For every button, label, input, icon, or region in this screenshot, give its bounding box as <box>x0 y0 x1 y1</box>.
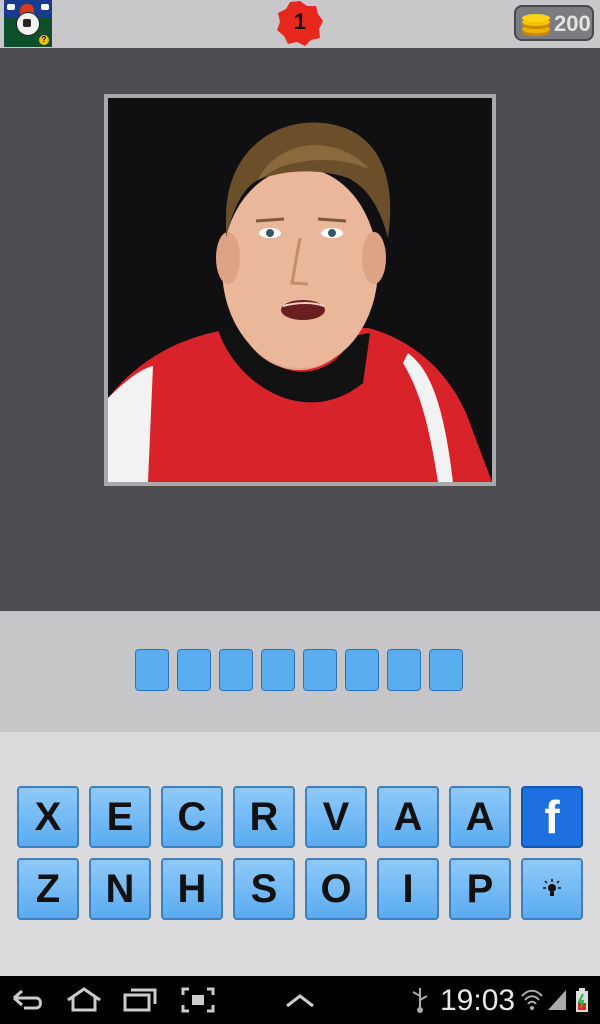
coin-count: 200 <box>554 11 591 36</box>
answer-slot[interactable] <box>261 649 295 691</box>
letter-key[interactable]: A <box>449 786 511 848</box>
recent-apps-icon[interactable] <box>122 986 158 1014</box>
letter-key[interactable]: I <box>377 858 439 920</box>
letter-key[interactable]: H <box>161 858 223 920</box>
letter-key[interactable]: N <box>89 858 151 920</box>
player-photo-frame <box>104 94 496 486</box>
letter-key[interactable]: O <box>305 858 367 920</box>
answer-slot[interactable] <box>177 649 211 691</box>
stadium-light-icon <box>7 4 15 10</box>
player-photo <box>108 98 492 482</box>
facebook-share-button[interactable]: f <box>521 786 583 848</box>
letter-key[interactable]: V <box>305 786 367 848</box>
answer-area <box>0 611 600 732</box>
stadium-light-icon <box>41 4 49 10</box>
coin-balance[interactable]: 200 <box>514 5 594 41</box>
gold-coins-icon <box>522 14 550 36</box>
screenshot-icon[interactable] <box>180 986 216 1014</box>
status-clock: 19:03 <box>440 984 516 1017</box>
letter-key[interactable]: C <box>161 786 223 848</box>
letter-key[interactable]: E <box>89 786 151 848</box>
letter-keyboard: X E C R V A A f Z N H S O I P <box>0 732 600 976</box>
letter-key[interactable]: A <box>377 786 439 848</box>
back-icon[interactable] <box>10 986 46 1014</box>
top-bar: ? 1 200 <box>0 0 600 48</box>
battery-icon <box>576 988 588 1012</box>
signal-icon <box>548 990 566 1010</box>
level-number: 1 <box>293 9 307 34</box>
lightbulb-icon <box>543 879 561 896</box>
wifi-icon <box>521 989 543 1010</box>
answer-slot[interactable] <box>303 649 337 691</box>
help-badge-icon: ? <box>39 35 49 45</box>
letter-key[interactable]: S <box>233 858 295 920</box>
letter-key[interactable]: P <box>449 858 511 920</box>
answer-slot[interactable] <box>345 649 379 691</box>
player-portrait <box>108 98 492 482</box>
answer-slot[interactable] <box>135 649 169 691</box>
letter-key[interactable]: R <box>233 786 295 848</box>
app-icon[interactable]: ? <box>4 0 52 47</box>
letter-key[interactable]: X <box>17 786 79 848</box>
usb-icon <box>412 988 428 1013</box>
football-icon <box>16 12 40 36</box>
hint-button[interactable] <box>521 858 583 920</box>
system-nav-bar: 19:03 <box>0 976 600 1024</box>
home-icon[interactable] <box>64 986 104 1014</box>
answer-slot[interactable] <box>429 649 463 691</box>
answer-slot[interactable] <box>387 649 421 691</box>
answer-slot[interactable] <box>219 649 253 691</box>
up-chevron-icon[interactable] <box>284 986 316 1014</box>
letter-key[interactable]: Z <box>17 858 79 920</box>
